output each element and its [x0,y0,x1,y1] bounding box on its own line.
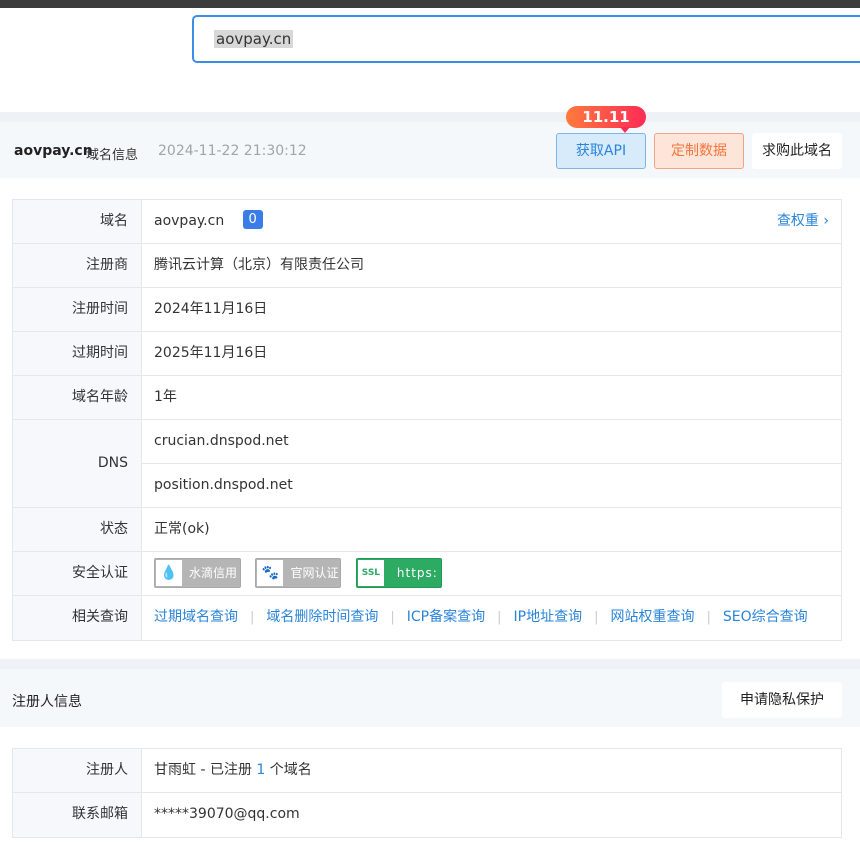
table-row: 联系邮箱 *****39070@qq.com [13,793,841,837]
domain-value: aovpay.cn [154,213,225,229]
row-label: 注册时间 [13,288,142,331]
promo-badge-tip [620,127,630,133]
table-row: 域名年龄 1年 [13,376,841,420]
status-value: 正常(ok) [154,521,210,537]
email-value: *****39070@qq.com [154,806,300,822]
registrant-tail: 个域名 [265,762,312,778]
row-label: 联系邮箱 [13,793,142,837]
table-row: 安全认证 💧 水滴信用 🐾 官网认证 SSL https: [13,552,841,596]
expired-domain-link[interactable]: 过期域名查询 [154,609,238,625]
row-label: DNS [13,420,142,507]
table-row: 域名 aovpay.cn 0 查权重 › [13,200,841,244]
domain-delete-time-link[interactable]: 域名删除时间查询 [266,609,378,625]
row-label: 域名年龄 [13,376,142,419]
registrant-table: 注册人 甘雨虹 - 已注册 1 个域名 联系邮箱 *****39070@qq.c… [12,748,842,838]
section-divider [0,659,860,669]
registrant-name: 甘雨虹 [154,762,196,778]
exp-date-value: 2025年11月16日 [154,345,268,361]
registered-count-link[interactable]: 1 [256,762,265,778]
chevron-right-icon: › [823,213,829,229]
site-weight-link[interactable]: 网站权重查询 [611,609,695,625]
buy-domain-button[interactable]: 求购此域名 [752,133,842,169]
domain-info-header: aovpay.cn 域名信息 2024-11-22 21:30:12 获取API… [0,106,860,178]
cert-label: 官网认证 [290,566,339,580]
browser-top-bar [0,0,860,8]
query-timestamp: 2024-11-22 21:30:12 [158,143,307,159]
table-row: 过期时间 2025年11月16日 [13,332,841,376]
separator: | [497,610,502,625]
row-label: 域名 [13,200,142,243]
table-row: 相关查询 过期域名查询 | 域名删除时间查询 | ICP备案查询 | IP地址查询 | 网站权重… [13,596,841,640]
registrar-value: 腾讯云计算（北京）有限责任公司 [154,257,364,273]
official-site-cert[interactable]: 🐾 官网认证 [255,558,342,588]
header-domain-suffix: 域名信息 [86,148,139,163]
water-drop-icon: 💧 [156,560,182,586]
get-api-button[interactable]: 获取API [556,133,646,169]
row-label: 相关查询 [13,596,142,640]
custom-data-button[interactable]: 定制数据 [654,133,744,169]
search-box[interactable]: aovpay.cn [192,15,860,63]
registrant-title: 注册人信息 [12,694,82,710]
table-row: 状态 正常(ok) [13,508,841,552]
table-row: 注册时间 2024年11月16日 [13,288,841,332]
dns-server: position.dnspod.net [154,477,293,493]
header-domain: aovpay.cn [14,143,93,159]
row-label: 安全认证 [13,552,142,595]
security-certs: 💧 水滴信用 🐾 官网认证 SSL https: [142,552,841,595]
ssl-shield-icon: SSL [357,560,384,586]
baidu-paw-icon: 🐾 [257,560,284,586]
promo-badge: 11.11 [566,106,646,128]
registrant-mid: - 已注册 [196,762,257,778]
cert-label: 水滴信用 [189,566,238,580]
age-value: 1年 [154,389,177,405]
cert-label: https: [396,566,438,580]
separator: | [390,610,395,625]
row-label: 过期时间 [13,332,142,375]
separator: | [706,610,711,625]
search-input[interactable]: aovpay.cn [214,30,294,48]
check-weight-link[interactable]: 查权重 › [777,200,829,243]
seo-query-link[interactable]: SEO综合查询 [723,609,808,625]
icp-record-link[interactable]: ICP备案查询 [407,609,485,625]
water-credit-cert[interactable]: 💧 水滴信用 [154,558,241,588]
row-label: 注册人 [13,749,142,792]
table-row: DNS crucian.dnspod.net position.dnspod.n… [13,420,841,508]
separator: | [594,610,599,625]
separator: | [250,610,255,625]
row-value: aovpay.cn 0 查权重 › [142,200,841,243]
registrant-header: 注册人信息 申请隐私保护 [0,669,860,727]
weight-score-badge: 0 [242,210,263,229]
related-links: 过期域名查询 | 域名删除时间查询 | ICP备案查询 | IP地址查询 | 网站权重查询 | SE… [142,596,841,640]
dns-server: crucian.dnspod.net [142,420,841,464]
privacy-protection-button[interactable]: 申请隐私保护 [722,682,842,718]
https-cert[interactable]: SSL https: [355,558,442,588]
ip-address-link[interactable]: IP地址查询 [514,609,583,625]
domain-info-table: 域名 aovpay.cn 0 查权重 › 注册商 腾讯云计算（北京）有限责任公司… [12,199,842,641]
dns-values: crucian.dnspod.net position.dnspod.net [142,420,841,507]
section-divider [0,112,860,122]
registrant-value: 甘雨虹 - 已注册 1 个域名 [142,749,841,792]
table-row: 注册商 腾讯云计算（北京）有限责任公司 [13,244,841,288]
check-weight-label: 查权重 [776,213,819,229]
reg-date-value: 2024年11月16日 [154,301,268,317]
row-label: 状态 [13,508,142,551]
row-label: 注册商 [13,244,142,287]
table-row: 注册人 甘雨虹 - 已注册 1 个域名 [13,749,841,793]
